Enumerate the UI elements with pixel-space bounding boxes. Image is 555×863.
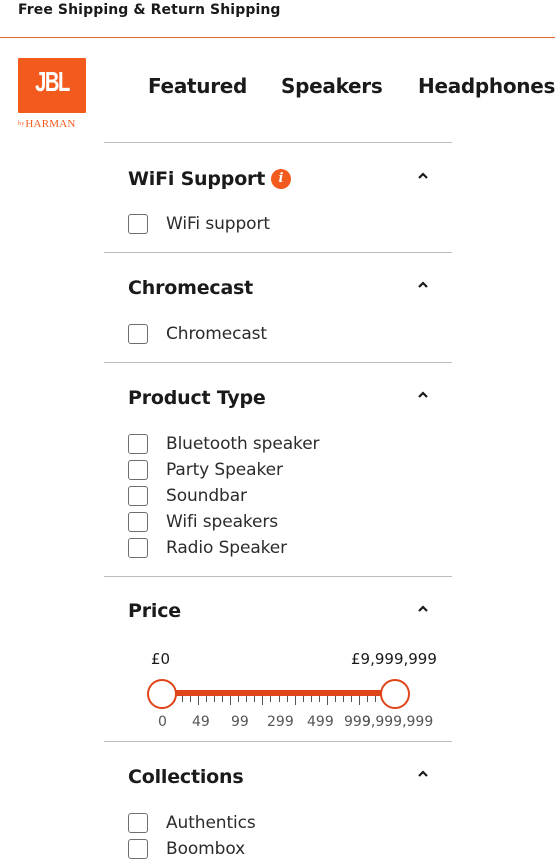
slider-tick (286, 696, 288, 702)
tick-label: 99 (231, 714, 249, 730)
tick-label: 0 (158, 714, 167, 730)
logo-harman: byHARMAN (18, 118, 76, 130)
filter-section-collections: Collections Authentics Boombox (104, 741, 452, 863)
info-icon[interactable]: i (271, 169, 291, 189)
filter-title-wifi: WiFi Support (128, 168, 266, 190)
checkbox-box[interactable] (128, 460, 148, 480)
slider-tick (294, 696, 296, 705)
slider-tick (374, 696, 376, 702)
promo-bar: Free Shipping & Return Shipping (0, 0, 555, 38)
slider-tick (342, 696, 344, 702)
jbl-logo[interactable]: JBL (18, 58, 86, 113)
filter-header-chromecast[interactable]: Chromecast (104, 253, 452, 303)
slider-tick (238, 696, 240, 702)
slider-tick (302, 696, 304, 702)
filter-section-wifi: WiFi Support i WiFi support (104, 142, 452, 252)
tick-label: 9,999,999 (362, 714, 434, 730)
price-slider-max-handle[interactable] (380, 679, 410, 709)
slider-tick (182, 696, 184, 702)
filter-panel: WiFi Support i WiFi support Chromecast C… (104, 142, 452, 863)
nav-featured[interactable]: Featured (148, 74, 247, 98)
price-slider-min-handle[interactable] (147, 679, 177, 709)
slider-tick (318, 696, 320, 702)
slider-tick (214, 696, 216, 702)
promo-text: Free Shipping & Return Shipping (18, 2, 281, 18)
filter-section-product-type: Product Type Bluetooth speaker Party Spe… (104, 362, 452, 576)
checkbox-label: Bluetooth speaker (166, 434, 320, 454)
checkbox-box[interactable] (128, 486, 148, 506)
slider-tick (230, 696, 232, 705)
chevron-up-icon[interactable] (418, 604, 428, 614)
slider-tick (334, 696, 336, 702)
slider-tick (262, 696, 264, 705)
filter-title-price: Price (128, 600, 181, 622)
filter-title-product-type: Product Type (128, 387, 266, 409)
filter-title-collections: Collections (128, 766, 244, 788)
filter-header-price[interactable]: Price (104, 577, 452, 627)
checkbox-box[interactable] (128, 839, 148, 859)
chevron-up-icon[interactable] (418, 769, 428, 779)
nav-headphones[interactable]: Headphones (418, 74, 555, 98)
price-max-value: £9,999,999 (351, 650, 437, 668)
filter-section-chromecast: Chromecast Chromecast (104, 252, 452, 362)
slider-tick (254, 696, 256, 702)
filter-header-product-type[interactable]: Product Type (104, 363, 452, 413)
tick-label: 499 (307, 714, 334, 730)
slider-tick (270, 696, 272, 702)
slider-tick (198, 696, 200, 705)
slider-tick (366, 696, 368, 702)
checkbox-label: Boombox (166, 839, 246, 859)
checkbox-box[interactable] (128, 434, 148, 454)
chevron-up-icon[interactable] (418, 390, 428, 400)
slider-tick (206, 696, 208, 702)
checkbox-box[interactable] (128, 813, 148, 833)
checkbox-box[interactable] (128, 512, 148, 532)
slider-tick (326, 696, 328, 705)
slider-tick (246, 696, 248, 702)
slider-tick (310, 696, 312, 702)
checkbox-label: WiFi support (166, 214, 270, 234)
checkbox-label: Wifi speakers (166, 512, 279, 532)
checkbox-label: Radio Speaker (166, 538, 288, 558)
checkbox-box[interactable] (128, 538, 148, 558)
filter-header-collections[interactable]: Collections (104, 742, 452, 792)
slider-tick (350, 696, 352, 702)
checkbox-label: Authentics (166, 813, 256, 833)
checkbox-label: Party Speaker (166, 460, 283, 480)
checkbox-box[interactable] (128, 214, 148, 234)
checkbox-box[interactable] (128, 324, 148, 344)
checkbox-label: Soundbar (166, 486, 247, 506)
tick-label: 49 (192, 714, 210, 730)
slider-tick (278, 696, 280, 702)
logo-wordmark: JBL (35, 66, 70, 97)
filter-header-wifi[interactable]: WiFi Support i (104, 143, 452, 193)
slider-tick (190, 696, 192, 702)
chevron-up-icon[interactable] (418, 280, 428, 290)
checkbox-label: Chromecast (166, 324, 267, 344)
price-min-value: £0 (151, 650, 171, 668)
tick-label: 299 (267, 714, 294, 730)
slider-tick (222, 696, 224, 702)
chevron-up-icon[interactable] (418, 171, 428, 181)
filter-title-chromecast: Chromecast (128, 277, 254, 299)
price-slider-ticks (166, 696, 392, 706)
slider-tick (358, 696, 360, 705)
nav-speakers[interactable]: Speakers (281, 74, 383, 98)
